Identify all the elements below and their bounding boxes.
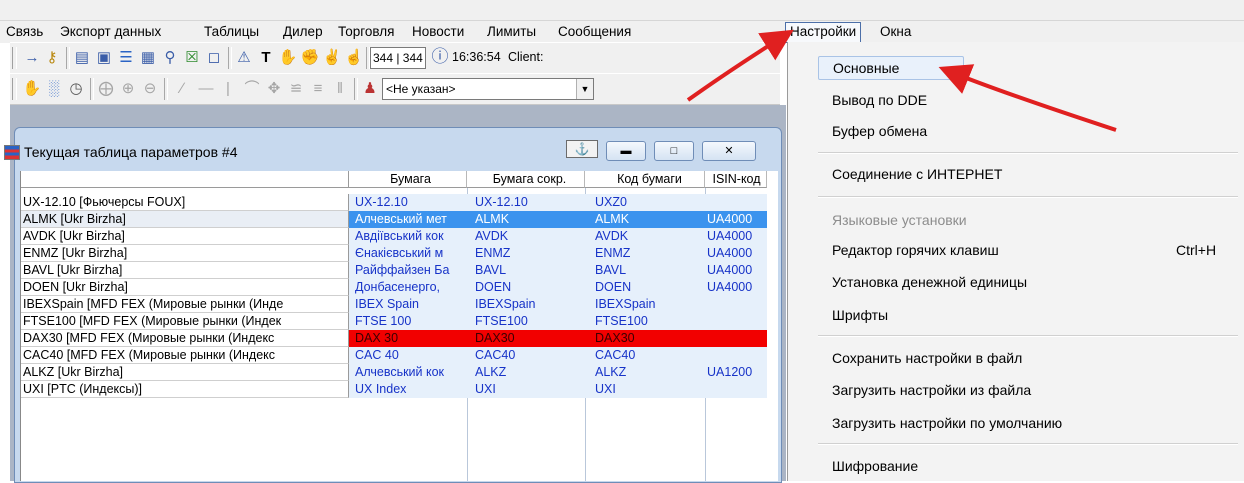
arrow-to-main-item <box>938 64 1117 132</box>
arrow-to-settings-menu <box>686 29 794 102</box>
annotation-arrows <box>686 29 1117 132</box>
